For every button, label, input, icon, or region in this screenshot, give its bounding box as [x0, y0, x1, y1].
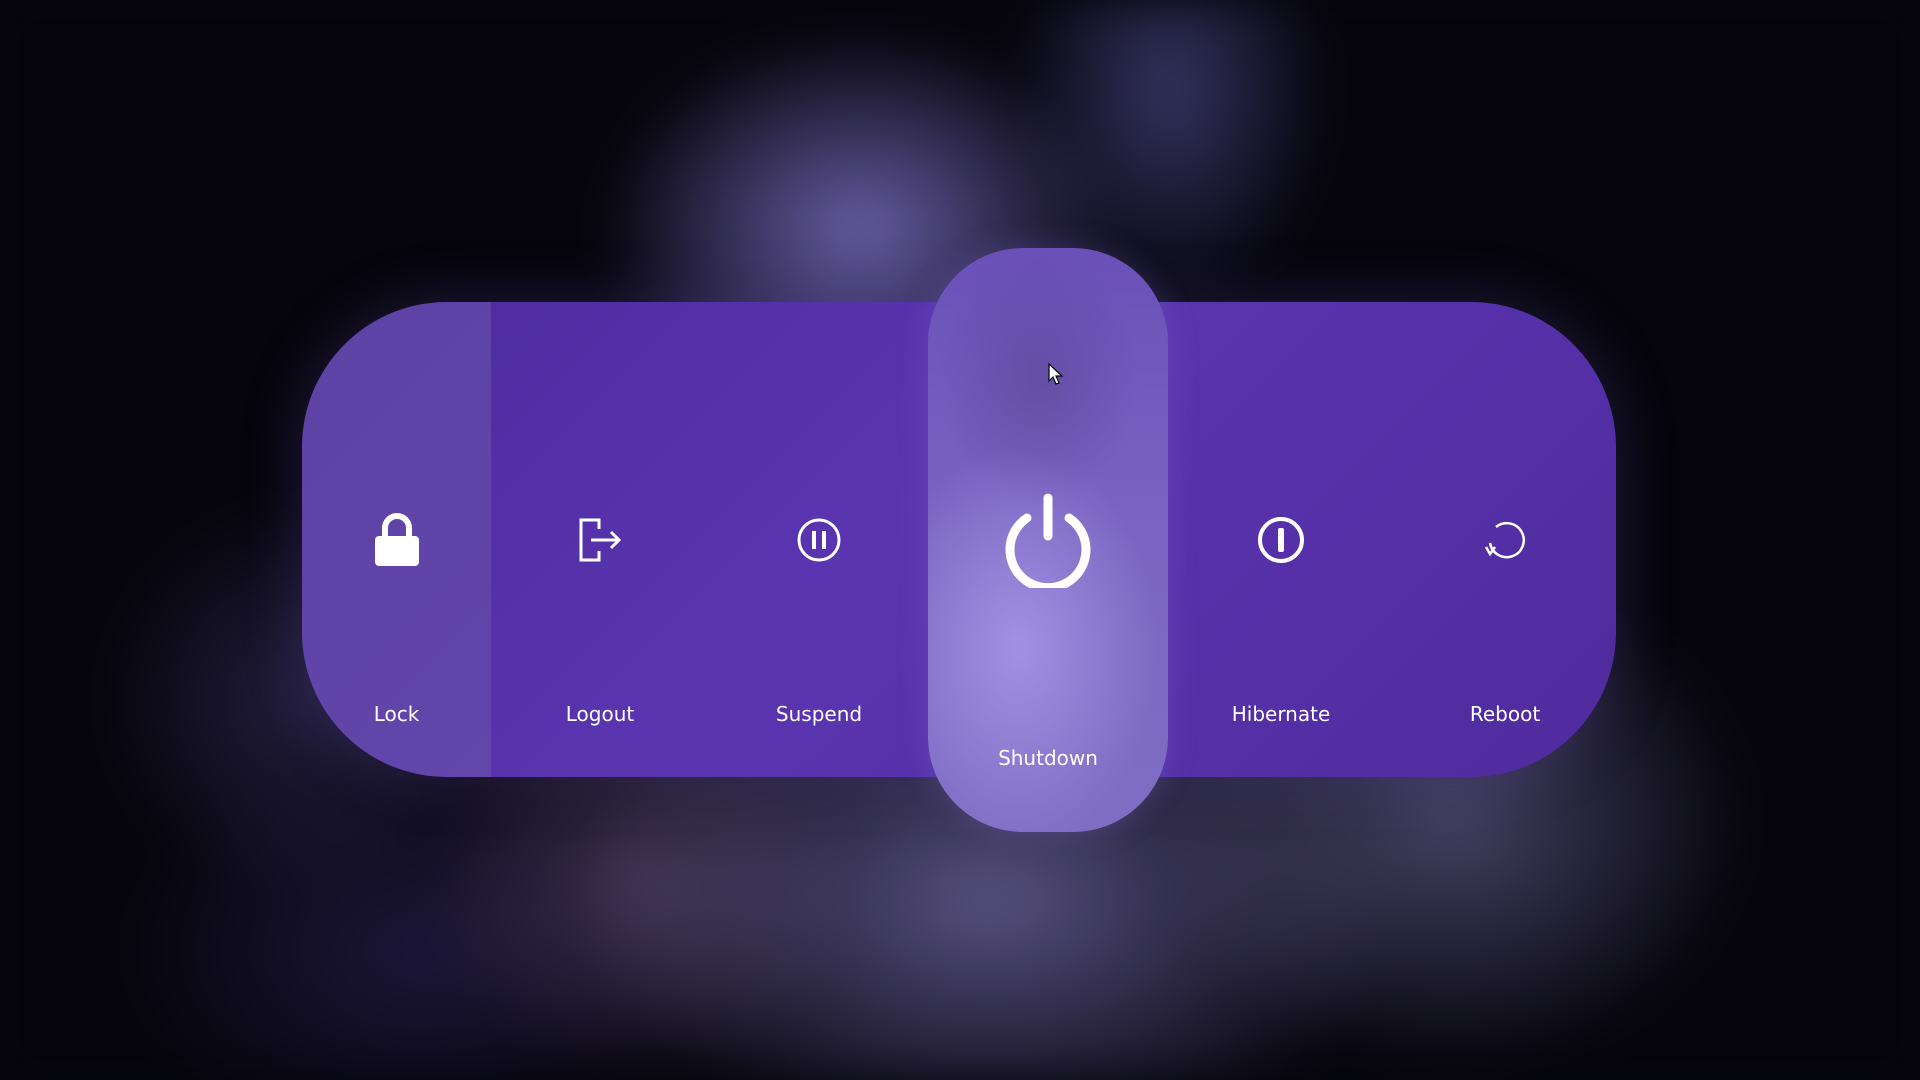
logout-label: Logout: [565, 702, 635, 726]
lock-button[interactable]: Lock: [302, 302, 491, 777]
suspend-label: Suspend: [775, 702, 863, 726]
logout-button[interactable]: Logout: [491, 302, 709, 777]
reboot-icon: [1475, 510, 1535, 570]
hibernate-icon: [1251, 510, 1311, 570]
shutdown-button[interactable]: Shutdown: [928, 248, 1168, 832]
shutdown-label: Shutdown: [998, 746, 1098, 770]
reboot-label: Reboot: [1469, 702, 1541, 726]
lock-label: Lock: [373, 702, 420, 726]
lock-icon: [367, 510, 427, 570]
suspend-button[interactable]: Suspend: [709, 302, 929, 777]
reboot-button[interactable]: Reboot: [1394, 302, 1616, 777]
logout-icon: [570, 510, 630, 570]
power-icon: [1003, 488, 1093, 593]
pause-circle-icon: [789, 510, 849, 570]
hibernate-label: Hibernate: [1231, 702, 1331, 726]
mouse-cursor-icon: [1048, 362, 1064, 385]
hibernate-button[interactable]: Hibernate: [1168, 302, 1394, 777]
